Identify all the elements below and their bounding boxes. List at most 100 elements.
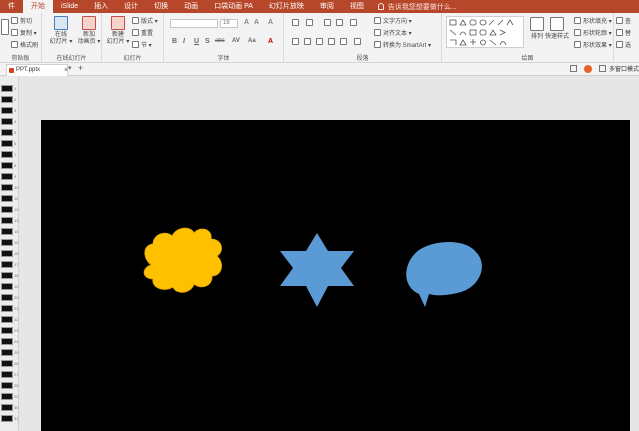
slide-thumbnail[interactable] bbox=[1, 195, 13, 202]
align-text-button[interactable]: 对齐文本 ▾ bbox=[374, 28, 412, 37]
text-direction-button[interactable]: 文字方向 ▾ bbox=[374, 16, 412, 25]
slide-thumbnail[interactable] bbox=[1, 316, 13, 323]
new-animation-page-button[interactable]: 新加 动画页 ▾ bbox=[74, 32, 104, 46]
tab-list-dropdown-icon[interactable]: ▾ bbox=[68, 64, 72, 72]
shape-effects-button[interactable]: 形状效果 ▾ bbox=[574, 40, 612, 49]
slide-thumbnail[interactable] bbox=[1, 338, 13, 345]
tell-me-box[interactable]: 告诉我您想要做什么... bbox=[377, 2, 457, 12]
section-button[interactable]: 节 ▾ bbox=[132, 40, 152, 49]
slide-thumbnail[interactable] bbox=[1, 250, 13, 257]
change-case-button[interactable]: Aa bbox=[248, 38, 256, 44]
slide-thumbnail[interactable] bbox=[1, 206, 13, 213]
numbering-icon[interactable] bbox=[306, 19, 313, 26]
format-painter-button[interactable]: 格式刷 bbox=[11, 40, 38, 49]
clear-format-icon[interactable]: A bbox=[268, 19, 273, 26]
paste-icon[interactable] bbox=[1, 19, 9, 35]
multi-window-checkbox[interactable] bbox=[598, 65, 606, 72]
menu-islide[interactable]: iSlide bbox=[53, 0, 86, 13]
copy-button[interactable]: 复制 ▾ bbox=[11, 28, 37, 37]
six-point-star-shape[interactable] bbox=[280, 233, 354, 307]
align-center-icon[interactable] bbox=[304, 38, 311, 45]
slide-thumbnail[interactable] bbox=[1, 283, 13, 290]
italic-button[interactable]: I bbox=[183, 38, 185, 45]
slide-thumbnail[interactable] bbox=[1, 371, 13, 378]
align-right-icon[interactable] bbox=[316, 38, 323, 45]
new-tab-button[interactable]: + bbox=[78, 63, 83, 73]
increase-indent-icon[interactable] bbox=[336, 19, 343, 26]
slide-thumbnail[interactable] bbox=[1, 360, 13, 367]
slide-thumbnail[interactable] bbox=[1, 294, 13, 301]
columns-icon[interactable] bbox=[354, 38, 361, 45]
slide-thumbnail[interactable] bbox=[1, 349, 13, 356]
grow-font-icon[interactable]: A bbox=[244, 19, 249, 26]
slide-thumbnail[interactable] bbox=[1, 261, 13, 268]
menu-review[interactable]: 审阅 bbox=[312, 0, 342, 13]
slide-thumbnail[interactable] bbox=[1, 415, 13, 422]
decrease-indent-icon[interactable] bbox=[324, 19, 331, 26]
slide-thumbnail[interactable] bbox=[1, 382, 13, 389]
shapes-gallery[interactable] bbox=[446, 16, 524, 48]
shrink-font-icon[interactable]: A bbox=[254, 19, 259, 26]
align-left-icon[interactable] bbox=[292, 38, 299, 45]
slide-thumbnail[interactable] bbox=[1, 140, 13, 147]
slide-thumbnail[interactable] bbox=[1, 404, 13, 411]
shape-fill-button[interactable]: 形状填充 ▾ bbox=[574, 16, 612, 25]
pen-icon bbox=[574, 29, 581, 36]
slide-thumbnail[interactable] bbox=[1, 173, 13, 180]
cut-button[interactable]: 剪切 bbox=[11, 16, 32, 25]
slide-thumbnail[interactable] bbox=[1, 217, 13, 224]
online-slides-button[interactable]: 在线 幻灯片 ▾ bbox=[46, 32, 76, 46]
bullets-icon[interactable] bbox=[292, 19, 299, 26]
oval-speech-callout-shape[interactable] bbox=[406, 241, 482, 307]
shadow-button[interactable]: S bbox=[205, 38, 210, 45]
menu-slideshow[interactable]: 幻灯片放映 bbox=[261, 0, 312, 13]
font-color-button[interactable]: A bbox=[268, 38, 273, 45]
cloud-shape[interactable] bbox=[143, 227, 222, 293]
bold-button[interactable]: B bbox=[172, 38, 177, 45]
slide-thumbnail[interactable] bbox=[1, 327, 13, 334]
slide-thumbnail[interactable] bbox=[1, 393, 13, 400]
slide-thumbnail[interactable] bbox=[1, 96, 13, 103]
replace-button[interactable]: 替 bbox=[616, 28, 631, 37]
justify-icon[interactable] bbox=[328, 38, 335, 45]
line-spacing-icon[interactable] bbox=[350, 19, 357, 26]
new-slide-button[interactable]: 新建 幻灯片 ▾ bbox=[103, 32, 133, 46]
slide-thumbnail-pane[interactable]: 1 2 3 4 5 6 7 8 9 10 11 12 13 14 15 16 17 18 19 20 21 22 23 24 2… bbox=[0, 77, 19, 431]
menu-view[interactable]: 视图 bbox=[342, 0, 372, 13]
slide-thumbnail[interactable] bbox=[1, 85, 13, 92]
menu-home[interactable]: 开始 bbox=[23, 0, 53, 13]
font-size-combobox[interactable]: 18 bbox=[220, 19, 238, 28]
menu-transitions[interactable]: 切换 bbox=[146, 0, 176, 13]
slide-thumbnail[interactable] bbox=[1, 184, 13, 191]
distribute-icon[interactable] bbox=[340, 38, 347, 45]
layout-button[interactable]: 版式 ▾ bbox=[132, 16, 158, 25]
strikethrough-button[interactable]: abc bbox=[215, 38, 225, 44]
slide-thumbnail[interactable] bbox=[1, 272, 13, 279]
settings-icon[interactable] bbox=[583, 64, 592, 73]
convert-smartart-button[interactable]: 转换为 SmartArt ▾ bbox=[374, 40, 431, 49]
slide-thumbnail[interactable] bbox=[1, 162, 13, 169]
document-tab[interactable]: PPT.pptx × bbox=[6, 64, 68, 76]
menu-pocket-animation[interactable]: 口袋动画 PA bbox=[206, 0, 261, 13]
slide-thumbnail[interactable] bbox=[1, 305, 13, 312]
quick-styles-button[interactable]: 快速样式 bbox=[544, 34, 570, 41]
shape-outline-button[interactable]: 形状轮廓 ▾ bbox=[574, 28, 612, 37]
menu-file[interactable]: 件 bbox=[0, 0, 23, 13]
find-button[interactable]: 查 bbox=[616, 16, 631, 25]
slide-thumbnail[interactable] bbox=[1, 129, 13, 136]
zoom-icon[interactable] bbox=[569, 65, 577, 72]
menu-animations[interactable]: 动画 bbox=[176, 0, 206, 13]
menu-insert[interactable]: 插入 bbox=[86, 0, 116, 13]
current-slide[interactable] bbox=[41, 120, 630, 431]
reset-button[interactable]: 重置 bbox=[132, 28, 153, 37]
font-name-combobox[interactable] bbox=[170, 19, 218, 28]
slide-thumbnail[interactable] bbox=[1, 239, 13, 246]
menu-design[interactable]: 设计 bbox=[116, 0, 146, 13]
slide-thumbnail[interactable] bbox=[1, 107, 13, 114]
char-spacing-button[interactable]: AV bbox=[232, 38, 240, 44]
slide-thumbnail[interactable] bbox=[1, 118, 13, 125]
select-button[interactable]: 选 bbox=[616, 40, 631, 49]
slide-thumbnail[interactable] bbox=[1, 151, 13, 158]
slide-thumbnail[interactable] bbox=[1, 228, 13, 235]
underline-button[interactable]: U bbox=[194, 38, 199, 45]
